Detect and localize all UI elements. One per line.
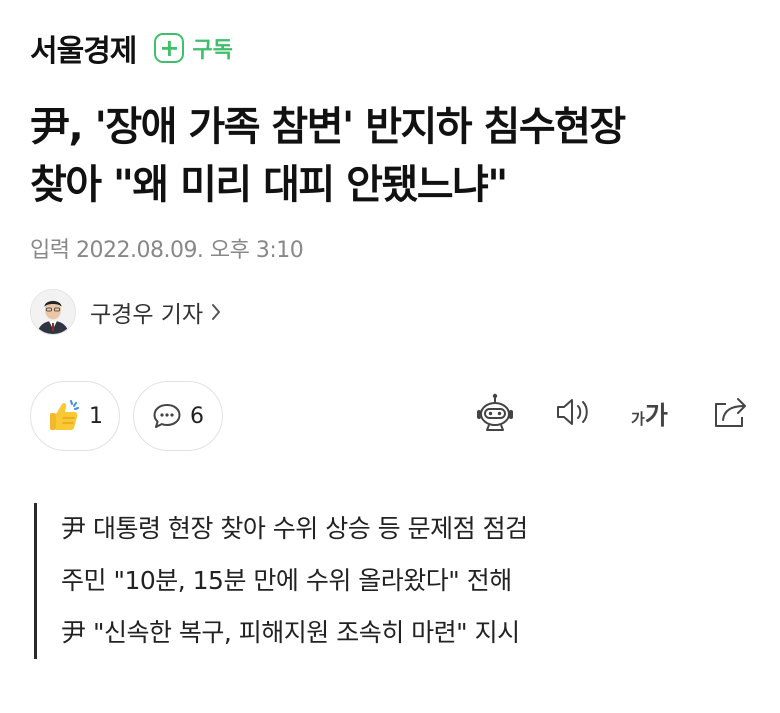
speaker-icon	[557, 399, 588, 425]
font-size-large: 가	[644, 401, 668, 430]
publish-date: 입력 2022.08.09. 오후 3:10	[30, 238, 304, 263]
title-line-1: 尹, '장애 가족 참변' 반지하 침수현장	[30, 104, 626, 150]
reporter-photo	[31, 290, 75, 334]
subscribe-label: 구독	[192, 38, 233, 63]
font-size-icon: 가가	[631, 396, 668, 432]
like-count: 1	[89, 403, 103, 429]
font-size-button[interactable]: 가가	[631, 396, 668, 432]
robot-summary-icon	[477, 393, 513, 431]
article-summary: 尹 대통령 현장 찾아 수위 상승 등 문제점 점검 주민 "10분, 15분 …	[34, 503, 528, 659]
article-title: 尹, '장애 가족 참변' 반지하 침수현장 찾아 "왜 미리 대피 안됐느냐"	[30, 98, 760, 214]
reporter-name: 구경우 기자	[90, 302, 204, 328]
thumbs-up-icon	[50, 400, 79, 430]
press-header: 서울경제 + 구독	[30, 26, 233, 70]
avatar	[30, 289, 76, 335]
reporter-link[interactable]: 구경우 기자	[30, 289, 221, 335]
share-icon	[715, 398, 746, 427]
like-button[interactable]: 1	[30, 381, 120, 451]
share-button[interactable]	[711, 392, 751, 432]
summary-line: 尹 대통령 현장 찾아 수위 상승 등 문제점 점검	[61, 514, 528, 543]
title-line-2: 찾아 "왜 미리 대피 안됐느냐"	[30, 162, 508, 208]
comment-icon	[153, 404, 181, 428]
press-name[interactable]: 서울경제	[30, 26, 137, 70]
summary-bot-button[interactable]	[474, 392, 516, 434]
chevron-right-icon	[212, 304, 221, 320]
subscribe-button[interactable]: + 구독	[154, 32, 233, 64]
summary-line: 尹 "신속한 복구, 피해지원 조속히 마련" 지시	[61, 618, 520, 647]
summary-line: 주민 "10분, 15분 만에 수위 올라왔다" 전해	[61, 566, 512, 595]
listen-button[interactable]	[553, 392, 593, 432]
comment-button[interactable]: 6	[133, 381, 223, 451]
plus-icon: +	[154, 33, 185, 63]
font-size-small: 가	[631, 410, 645, 428]
comment-count: 6	[190, 403, 204, 429]
